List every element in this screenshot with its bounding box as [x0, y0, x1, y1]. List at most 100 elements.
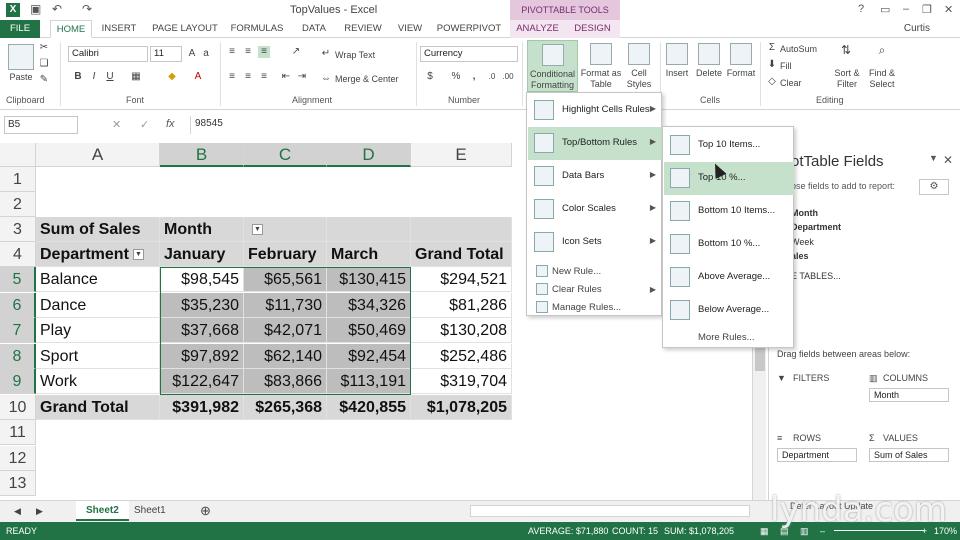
field-week[interactable]: Week	[791, 237, 814, 247]
formula-input[interactable]: 98545	[190, 116, 520, 134]
orientation-icon[interactable]: ↗	[290, 46, 302, 58]
column-header[interactable]: B	[160, 143, 244, 167]
insert-function-icon[interactable]: fx	[166, 118, 175, 130]
fill-color-icon[interactable]: ◆	[166, 71, 178, 83]
pivot-dept-cell[interactable]: Balance	[36, 267, 160, 292]
pivot-total-cell[interactable]: $130,208	[411, 318, 512, 343]
delete-cells-button[interactable]: Delete	[692, 68, 726, 79]
italic-button[interactable]: I	[88, 71, 100, 83]
number-format-select[interactable]: Currency	[420, 46, 518, 62]
bold-button[interactable]: B	[72, 71, 84, 83]
row-header[interactable]: 3	[0, 217, 36, 242]
tab-formulas[interactable]: FORMULAS	[228, 20, 286, 38]
row-header[interactable]: 6	[0, 293, 36, 318]
font-size-select[interactable]: 11	[150, 46, 182, 62]
pivot-dept-cell[interactable]: Play	[36, 318, 160, 343]
align-center-icon[interactable]: ≡	[242, 71, 254, 83]
menu-item-bottom-10-items[interactable]: Bottom 10 Items...	[664, 195, 794, 228]
status-sum[interactable]: SUM: $1,078,205	[664, 526, 734, 536]
column-header[interactable]: A	[36, 143, 160, 167]
grand-total-label[interactable]: Grand Total	[36, 395, 160, 420]
columns-field-combo[interactable]: Month	[869, 388, 949, 402]
redo-icon[interactable]: ↷	[82, 2, 92, 16]
user-name[interactable]: Curtis	[904, 23, 930, 34]
percent-style-button[interactable]: %	[450, 71, 462, 83]
clear-button[interactable]: Clear	[780, 78, 802, 88]
tab-insert[interactable]: INSERT	[98, 20, 140, 38]
paste-icon[interactable]	[8, 44, 34, 70]
row-header[interactable]: 1	[0, 167, 36, 192]
grow-font-icon[interactable]: A	[186, 48, 198, 60]
field-month[interactable]: Month	[791, 208, 818, 218]
tab-file[interactable]: FILE	[0, 20, 40, 38]
sheet-tab-sheet2[interactable]: Sheet2	[76, 501, 129, 521]
values-field-combo[interactable]: Sum of Sales	[869, 448, 949, 462]
horizontal-scrollbar[interactable]	[470, 505, 750, 517]
help-icon[interactable]: ?	[858, 3, 864, 15]
align-middle-icon[interactable]: ≡	[242, 46, 254, 58]
row-header[interactable]: 7	[0, 318, 36, 343]
conditional-formatting-button[interactable]: Conditional Formatting	[527, 40, 578, 92]
menu-item-above-average[interactable]: Above Average...	[664, 261, 794, 294]
increase-indent-icon[interactable]: ⇥	[296, 71, 308, 83]
row-header[interactable]: 4	[0, 242, 36, 267]
row-header[interactable]: 8	[0, 344, 36, 369]
underline-button[interactable]: U	[104, 71, 116, 83]
menu-item-top-10-items[interactable]: Top 10 Items...	[664, 129, 794, 162]
font-color-icon[interactable]: A	[192, 71, 204, 83]
menu-item-clear-rules[interactable]: Clear Rules ▶	[528, 280, 662, 298]
find-select-icon[interactable]: ⌕	[876, 44, 888, 56]
format-as-table-icon[interactable]	[590, 43, 612, 65]
format-as-table-button[interactable]: Format as Table	[580, 68, 622, 90]
pivot-row-label[interactable]: Department ▼	[36, 242, 160, 267]
save-icon[interactable]: ▣	[30, 2, 41, 16]
merge-center-button[interactable]: Merge & Center	[335, 74, 399, 84]
row-header[interactable]: 2	[0, 192, 36, 217]
pane-options-icon[interactable]: ▼	[929, 153, 938, 163]
menu-item-highlight-cells-rules[interactable]: Highlight Cells Rules ▶	[528, 94, 662, 127]
grand-total-cell[interactable]: $1,078,205	[411, 395, 512, 420]
decrease-decimal-icon[interactable]: .00	[502, 71, 514, 83]
row-header[interactable]: 12	[0, 446, 36, 471]
pivot-dept-cell[interactable]: Sport	[36, 344, 160, 369]
fill-icon[interactable]: ⬇	[766, 59, 778, 71]
close-icon[interactable]: ✕	[944, 3, 953, 16]
row-header[interactable]: 9	[0, 369, 36, 394]
cell-styles-icon[interactable]	[628, 43, 650, 65]
shrink-font-icon[interactable]: a	[200, 48, 212, 60]
confirm-entry-icon[interactable]: ✓	[140, 118, 149, 131]
decrease-indent-icon[interactable]: ⇤	[280, 71, 292, 83]
increase-decimal-icon[interactable]: .0	[486, 71, 498, 83]
pivot-col-header[interactable]: March	[327, 242, 411, 267]
undo-icon[interactable]: ↶	[52, 2, 62, 16]
wrap-text-button[interactable]: Wrap Text	[335, 50, 375, 60]
pivot-column-filter[interactable]: ▼	[244, 217, 327, 242]
cell-styles-button[interactable]: Cell Styles	[622, 68, 656, 90]
format-painter-icon[interactable]: ✎	[38, 74, 50, 86]
add-sheet-icon[interactable]: ⊕	[190, 501, 221, 521]
insert-cells-icon[interactable]	[666, 43, 688, 65]
column-header[interactable]: E	[411, 143, 512, 167]
field-department[interactable]: Department	[791, 222, 841, 232]
next-sheet-icon[interactable]: ▶	[26, 501, 53, 521]
restore-icon[interactable]: ❐	[922, 3, 932, 16]
paste-button-label[interactable]: Paste	[4, 72, 38, 83]
row-header[interactable]: 10	[0, 395, 36, 420]
sort-filter-button[interactable]: Sort & Filter	[830, 68, 864, 90]
status-average[interactable]: AVERAGE: $71,880	[528, 526, 608, 536]
zoom-slider[interactable]	[834, 530, 924, 531]
menu-item-data-bars[interactable]: Data Bars ▶	[528, 160, 662, 193]
grand-total-cell[interactable]: $420,855	[327, 395, 411, 420]
ribbon-display-icon[interactable]: ▭	[880, 3, 890, 16]
select-all-corner[interactable]	[0, 143, 36, 167]
menu-item-bottom-10-percent[interactable]: Bottom 10 %...	[664, 228, 794, 261]
pivot-dept-cell[interactable]: Dance	[36, 293, 160, 318]
copy-icon[interactable]: ❏	[38, 58, 50, 70]
menu-item-manage-rules[interactable]: Manage Rules...	[528, 298, 662, 316]
insert-cells-button[interactable]: Insert	[660, 68, 694, 79]
column-header[interactable]: C	[244, 143, 327, 167]
tab-view[interactable]: VIEW	[392, 20, 428, 38]
pane-close-icon[interactable]: ✕	[943, 153, 953, 167]
font-name-select[interactable]: Calibri	[68, 46, 148, 62]
sort-filter-icon[interactable]: ⇅	[840, 44, 852, 56]
